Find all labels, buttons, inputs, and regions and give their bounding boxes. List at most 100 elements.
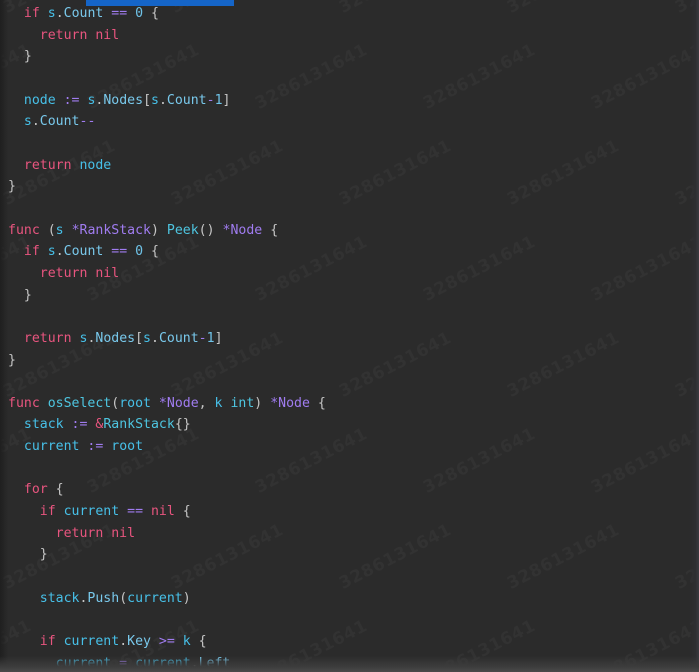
code-line[interactable]: if current == nil { (0, 501, 699, 523)
code-line[interactable]: for { (0, 479, 699, 501)
code-token: current (23, 439, 80, 455)
code-token: - (198, 330, 207, 346)
code-line[interactable]: return node (0, 155, 699, 177)
code-token: Left (198, 655, 231, 671)
code-line[interactable]: stack := &RankStack{} (0, 414, 699, 436)
code-token: . (55, 6, 64, 21)
code-token: if (23, 244, 40, 260)
code-token: := (71, 417, 88, 433)
code-line[interactable]: if s.Count == 0 { (0, 3, 699, 25)
code-token: k (182, 634, 191, 650)
code-token: current (127, 590, 183, 606)
code-line[interactable]: } (0, 285, 699, 307)
code-token: func (8, 222, 40, 238)
code-line[interactable]: stack.Push(current) (0, 588, 699, 610)
code-token: current (55, 655, 112, 671)
code-token: ( (119, 590, 128, 606)
code-line[interactable] (0, 458, 699, 480)
code-token: for (23, 482, 48, 498)
code-token: return (39, 265, 88, 281)
code-token: Count (63, 244, 104, 260)
code-line[interactable] (0, 68, 699, 90)
code-line[interactable] (0, 306, 699, 328)
code-line[interactable] (0, 133, 699, 155)
code-line[interactable]: func (s *RankStack) Peek() *Node { (0, 220, 699, 242)
code-token: , (198, 395, 207, 411)
code-token: int (230, 395, 255, 411)
code-token: node (23, 92, 56, 108)
code-token: nil (95, 27, 120, 43)
code-token: nil (95, 265, 120, 281)
code-line[interactable]: } (0, 350, 699, 372)
code-token: return (55, 525, 104, 541)
code-token: ] (214, 330, 223, 346)
code-line[interactable]: current = current.Left (0, 653, 699, 672)
code-line[interactable]: return nil (0, 25, 699, 47)
code-line[interactable]: s.Count-- (0, 111, 699, 133)
code-token: Count (158, 330, 199, 346)
code-line[interactable]: if current.Key >= k { (0, 631, 699, 653)
code-token: Node (278, 395, 310, 411)
code-token: root (119, 395, 151, 411)
code-line[interactable]: func osSelect(root *Node, k int) *Node { (0, 393, 699, 415)
code-line[interactable]: current := root (0, 436, 699, 458)
code-token: { (182, 504, 191, 520)
code-token: stack (39, 590, 80, 606)
code-token: ( (111, 395, 120, 411)
code-line[interactable]: return s.Nodes[s.Count-1] (0, 328, 699, 350)
code-token: * (71, 222, 80, 238)
code-line[interactable] (0, 566, 699, 588)
code-token: nil (111, 525, 136, 541)
code-line[interactable] (0, 371, 699, 393)
code-line[interactable]: return nil (0, 263, 699, 285)
code-token: } (23, 287, 32, 303)
code-line[interactable]: if s.Count == 0 { (0, 241, 699, 263)
code-content-area[interactable]: if s.Count == 0 { return nil } node := s… (0, 0, 699, 672)
code-token: } (23, 49, 32, 65)
code-line[interactable] (0, 198, 699, 220)
code-line[interactable]: } (0, 544, 699, 566)
code-token: if (39, 634, 56, 650)
code-token: . (55, 244, 64, 260)
code-token: } (39, 547, 48, 563)
code-token: {} (174, 417, 191, 433)
code-token: [ (143, 92, 152, 108)
code-token: Count (39, 114, 80, 130)
code-token: s (143, 330, 151, 346)
code-token: node (79, 157, 112, 173)
code-token: Key (127, 634, 151, 650)
code-line[interactable]: } (0, 176, 699, 198)
code-token: Node (230, 222, 263, 238)
code-line[interactable]: return nil (0, 523, 699, 545)
top-progress-bar[interactable] (86, 0, 234, 6)
code-line[interactable] (0, 609, 699, 631)
code-token: if (39, 504, 56, 520)
code-line[interactable]: node := s.Nodes[s.Count-1] (0, 90, 699, 112)
code-line[interactable]: } (0, 46, 699, 68)
